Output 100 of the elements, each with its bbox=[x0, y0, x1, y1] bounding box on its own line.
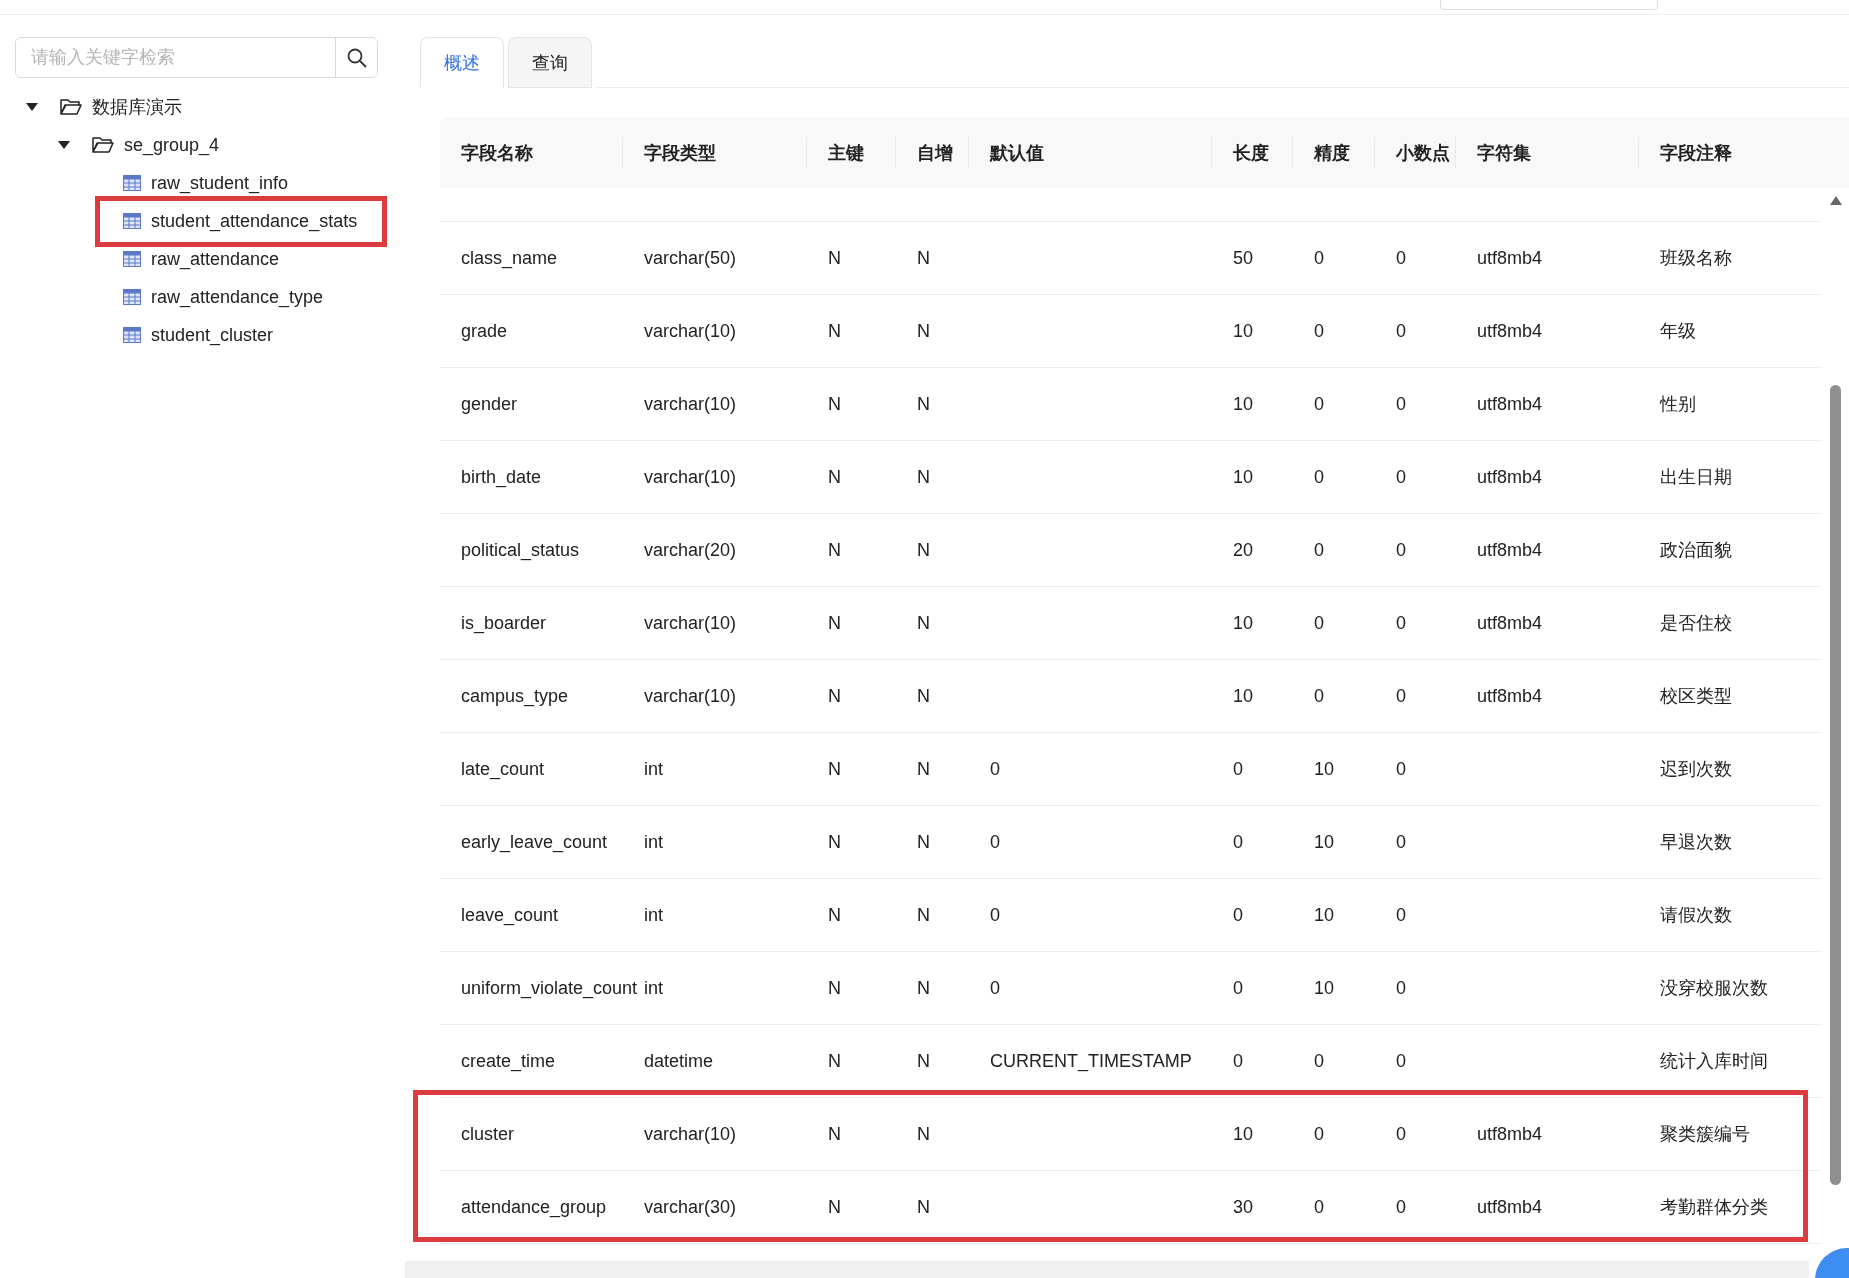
table-name[interactable]: raw_student_info bbox=[151, 172, 289, 194]
column-header: 字段注释 bbox=[1660, 141, 1732, 165]
table-cell: 没穿校服次数 bbox=[1660, 978, 1768, 998]
table-cell: N bbox=[917, 977, 930, 998]
table-cell: int bbox=[644, 904, 663, 925]
column-header: 字符集 bbox=[1477, 141, 1531, 165]
search-button[interactable] bbox=[335, 38, 377, 77]
column-header: 小数点 bbox=[1396, 141, 1450, 165]
table-cell: CURRENT_TIMESTAMP bbox=[990, 1050, 1192, 1071]
table-cell: class_name bbox=[461, 247, 558, 268]
table-cell: varchar(10) bbox=[644, 685, 737, 706]
table-cell: campus_type bbox=[461, 685, 569, 706]
table-name[interactable]: raw_attendance_type bbox=[151, 286, 324, 308]
table-cell: 0 bbox=[1396, 539, 1406, 560]
caret-icon[interactable] bbox=[26, 103, 38, 111]
table-cell: political_status bbox=[461, 539, 580, 560]
table-cell: 0 bbox=[1396, 1050, 1406, 1071]
table-cell: 0 bbox=[990, 758, 1000, 779]
table-cell: N bbox=[828, 539, 841, 560]
table-cell: 是否住校 bbox=[1660, 613, 1732, 633]
table-cell: N bbox=[917, 904, 930, 925]
table-cell: 早退次数 bbox=[1660, 832, 1732, 852]
table-cell: 考勤群体分类 bbox=[1660, 1197, 1768, 1217]
table-cell: utf8mb4 bbox=[1477, 466, 1543, 487]
table-name[interactable]: student_attendance_stats bbox=[151, 210, 358, 232]
table-cell: 0 bbox=[1233, 977, 1243, 998]
table-cell: cluster bbox=[461, 1123, 514, 1144]
table-cell: utf8mb4 bbox=[1477, 320, 1543, 341]
table-cell: 聚类簇编号 bbox=[1660, 1124, 1750, 1144]
table-cell: N bbox=[828, 977, 841, 998]
tab[interactable]: 概述 bbox=[420, 37, 504, 88]
table-cell: 0 bbox=[1396, 393, 1406, 414]
folder-icon bbox=[60, 98, 82, 116]
table-icon bbox=[123, 213, 141, 229]
search-icon bbox=[345, 46, 368, 69]
table-cell: 10 bbox=[1233, 612, 1254, 633]
table-cell: int bbox=[644, 831, 663, 852]
caret-icon[interactable] bbox=[58, 141, 70, 149]
table-cell: 0 bbox=[1233, 758, 1243, 779]
table-cell: N bbox=[828, 685, 841, 706]
table-cell: 10 bbox=[1233, 466, 1254, 487]
table-cell: utf8mb4 bbox=[1477, 1123, 1543, 1144]
folder-icon bbox=[92, 136, 114, 154]
table-icon bbox=[123, 327, 141, 343]
table-cell: 0 bbox=[1396, 247, 1406, 268]
table-cell: 0 bbox=[1314, 539, 1324, 560]
tree-label[interactable]: se_group_4 bbox=[124, 134, 220, 156]
table-cell: is_boarder bbox=[461, 612, 547, 633]
table-cell: utf8mb4 bbox=[1477, 612, 1543, 633]
scroll-up-icon[interactable] bbox=[1829, 196, 1842, 205]
table-cell: N bbox=[917, 685, 930, 706]
table-cell: N bbox=[917, 758, 930, 779]
table-name[interactable]: student_cluster bbox=[151, 324, 274, 346]
table-cell: varchar(20) bbox=[644, 539, 737, 560]
table-cell: utf8mb4 bbox=[1477, 393, 1543, 414]
table-cell: 10 bbox=[1233, 320, 1254, 341]
table-cell: N bbox=[828, 1123, 841, 1144]
table-cell: 0 bbox=[1314, 1123, 1324, 1144]
table-cell: N bbox=[828, 1196, 841, 1217]
tab[interactable]: 查询 bbox=[508, 37, 592, 88]
scrollbar-thumb[interactable] bbox=[1830, 385, 1841, 1185]
table-cell: 0 bbox=[1396, 977, 1406, 998]
table-cell: 0 bbox=[1396, 831, 1406, 852]
table-cell: N bbox=[828, 320, 841, 341]
table-cell: 50 bbox=[1233, 247, 1254, 268]
table-cell: 0 bbox=[1396, 904, 1406, 925]
table-cell: 10 bbox=[1233, 1123, 1254, 1144]
table-cell: leave_count bbox=[461, 904, 559, 925]
table-cell: 0 bbox=[1396, 1196, 1406, 1217]
table-cell: 10 bbox=[1314, 904, 1335, 925]
table-cell: 0 bbox=[1314, 466, 1324, 487]
tree-label[interactable]: 数据库演示 bbox=[92, 95, 182, 119]
column-header: 自增 bbox=[917, 141, 953, 165]
table-name[interactable]: raw_attendance bbox=[151, 248, 280, 270]
table-cell: 10 bbox=[1314, 758, 1335, 779]
table-cell: 校区类型 bbox=[1660, 686, 1732, 706]
table-cell: 10 bbox=[1314, 831, 1335, 852]
search-field[interactable]: 请输入关键字检索 bbox=[15, 37, 378, 78]
table-cell: early_leave_count bbox=[461, 831, 608, 852]
table-cell: 20 bbox=[1233, 539, 1254, 560]
column-header: 字段名称 bbox=[461, 141, 533, 165]
table-cell: 0 bbox=[1233, 904, 1243, 925]
table-cell: 0 bbox=[1314, 393, 1324, 414]
table-cell: 0 bbox=[1396, 320, 1406, 341]
table-icon bbox=[123, 251, 141, 267]
table-cell: N bbox=[828, 1050, 841, 1071]
table-cell: int bbox=[644, 977, 663, 998]
table-cell: utf8mb4 bbox=[1477, 539, 1543, 560]
table-cell: 0 bbox=[1396, 1123, 1406, 1144]
table-cell: N bbox=[828, 247, 841, 268]
table-cell: 0 bbox=[1314, 612, 1324, 633]
table-cell: varchar(10) bbox=[644, 612, 737, 633]
table-icon bbox=[123, 289, 141, 305]
table-cell: 性别 bbox=[1660, 394, 1696, 414]
table-cell: N bbox=[917, 612, 930, 633]
column-header: 默认值 bbox=[990, 141, 1044, 165]
table-cell: varchar(10) bbox=[644, 1123, 737, 1144]
table-cell: N bbox=[917, 247, 930, 268]
table-cell: N bbox=[917, 466, 930, 487]
table-cell: late_count bbox=[461, 758, 545, 779]
